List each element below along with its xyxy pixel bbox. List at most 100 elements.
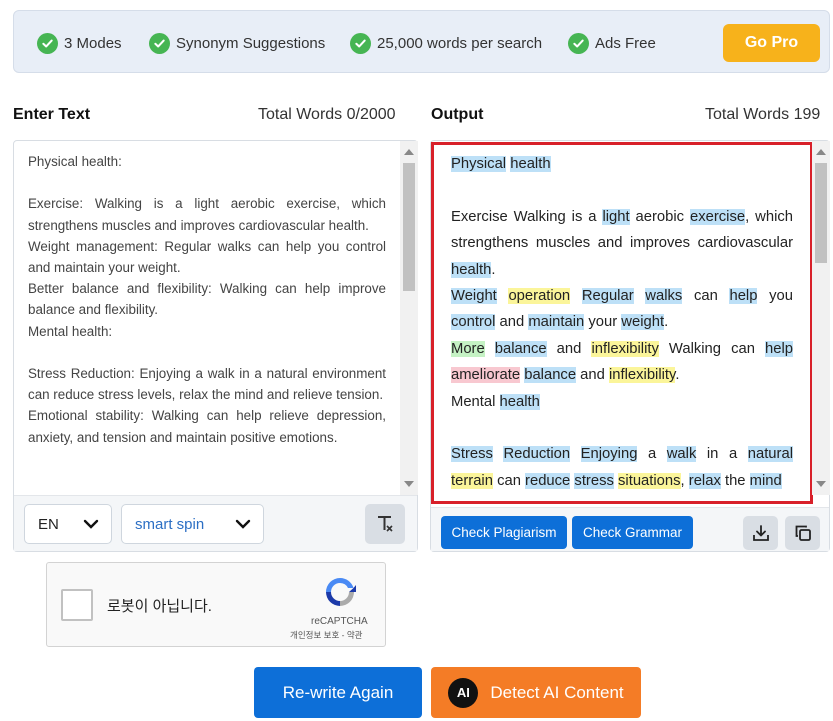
highlighted-word[interactable]: balance: [524, 367, 577, 384]
check-grammar-button[interactable]: Check Grammar: [572, 516, 693, 549]
rewrite-again-button[interactable]: Re-write Again: [254, 667, 422, 718]
output-paragraph: [451, 415, 793, 441]
feature-label: 25,000 words per search: [377, 35, 543, 52]
clear-format-button[interactable]: [365, 504, 405, 544]
input-paragraph: Mental health:: [28, 323, 113, 339]
check-icon: [568, 33, 589, 54]
feature-synonyms: Synonym Suggestions: [149, 33, 325, 54]
highlighted-word[interactable]: balance: [494, 340, 547, 357]
copy-icon: [795, 525, 811, 541]
recaptcha-checkbox[interactable]: [61, 589, 93, 621]
scroll-thumb[interactable]: [815, 163, 827, 263]
highlighted-word[interactable]: More: [451, 340, 485, 357]
highlighted-word[interactable]: walks: [645, 288, 683, 305]
output-paragraph: Stress Reduction Enjoying a walk in a na…: [451, 446, 793, 489]
highlighted-word[interactable]: control: [451, 314, 496, 331]
highlighted-word[interactable]: stress: [574, 472, 614, 489]
highlighted-word[interactable]: Physical: [451, 156, 507, 172]
highlighted-word[interactable]: help: [729, 288, 758, 305]
output-highlight-frame: Physical health Exercise Walking is a li…: [431, 142, 813, 504]
highlighted-word[interactable]: light: [602, 208, 630, 225]
output-paragraph: Weight operation Regular walks can help …: [451, 288, 793, 331]
output-scrollbar[interactable]: [812, 141, 830, 495]
output-panel: Physical health Exercise Walking is a li…: [430, 140, 830, 552]
check-icon: [350, 33, 371, 54]
highlighted-word[interactable]: help: [765, 340, 793, 357]
recaptcha-brand: reCAPTCHA: [311, 616, 368, 627]
highlighted-word[interactable]: Stress: [451, 446, 493, 463]
highlighted-word[interactable]: walk: [666, 446, 697, 463]
recaptcha-widget: 로봇이 아닙니다. reCAPTCHA 개인정보 보호 - 약관: [46, 562, 386, 647]
recaptcha-links[interactable]: 개인정보 보호 - 약관: [290, 629, 362, 641]
ai-icon: AI: [448, 677, 479, 708]
highlighted-word[interactable]: Reduction: [503, 446, 571, 463]
input-paragraph: Emotional stability: Walking can help re…: [28, 408, 386, 445]
output-paragraph: Mental health: [451, 393, 540, 410]
download-icon: [752, 525, 769, 541]
highlighted-word[interactable]: health: [499, 393, 540, 410]
highlighted-word[interactable]: weight: [621, 314, 665, 331]
check-plagiarism-button[interactable]: Check Plagiarism: [441, 516, 567, 549]
highlighted-word[interactable]: maintain: [528, 314, 585, 331]
scroll-down-icon[interactable]: [816, 481, 826, 487]
output-title: Output: [431, 106, 484, 123]
highlighted-word[interactable]: terrain: [451, 472, 493, 489]
highlighted-word[interactable]: Weight: [451, 288, 497, 305]
go-pro-button[interactable]: Go Pro: [723, 24, 820, 62]
scroll-thumb[interactable]: [403, 163, 415, 291]
highlighted-word[interactable]: operation: [508, 288, 571, 305]
highlighted-word[interactable]: reduce: [525, 472, 571, 489]
highlighted-word[interactable]: relax: [688, 472, 721, 489]
scroll-down-icon[interactable]: [404, 481, 414, 487]
input-title: Enter Text: [13, 106, 91, 123]
input-paragraph: Exercise: Walking is a light aerobic exe…: [28, 196, 386, 233]
input-paragraph: Better balance and flexibility: Walking …: [28, 281, 386, 318]
output-text[interactable]: Physical health Exercise Walking is a li…: [451, 151, 793, 497]
input-toolbar: EN smart spin: [14, 495, 417, 551]
chevron-down-icon: [83, 519, 99, 529]
language-select[interactable]: EN: [24, 504, 112, 544]
language-value: EN: [38, 515, 59, 533]
mode-value: smart spin: [135, 515, 205, 533]
copy-button[interactable]: [785, 516, 820, 550]
highlighted-word[interactable]: health: [451, 261, 492, 278]
output-paragraph: Exercise Walking is a light aerobic exer…: [451, 208, 793, 278]
output-paragraph: More balance and inflexibility Walking c…: [451, 340, 793, 384]
output-paragraph: Physical health: [451, 151, 793, 177]
highlighted-word[interactable]: natural: [747, 446, 793, 463]
detect-ai-button[interactable]: AI Detect AI Content: [431, 667, 641, 718]
highlighted-word[interactable]: Regular: [581, 288, 634, 305]
features-banner: 3 Modes Synonym Suggestions 25,000 words…: [13, 10, 830, 73]
scroll-up-icon[interactable]: [404, 149, 414, 155]
output-word-count: Total Words 199: [705, 106, 821, 123]
highlighted-word[interactable]: mind: [749, 472, 782, 489]
highlighted-word[interactable]: exercise: [690, 208, 746, 225]
download-button[interactable]: [743, 516, 778, 550]
check-icon: [149, 33, 170, 54]
input-paragraph: Weight management: Regular walks can hel…: [28, 238, 386, 276]
highlighted-word[interactable]: inflexibility: [591, 340, 659, 357]
scroll-up-icon[interactable]: [816, 149, 826, 155]
highlighted-word[interactable]: Enjoying: [580, 446, 638, 463]
feature-word-limit: 25,000 words per search: [350, 33, 542, 54]
highlighted-word[interactable]: health: [510, 156, 551, 172]
highlighted-word[interactable]: situations: [618, 472, 681, 489]
chevron-down-icon: [235, 519, 251, 529]
input-word-count: Total Words 0/2000: [258, 106, 396, 123]
feature-label: 3 Modes: [64, 35, 122, 52]
check-icon: [37, 33, 58, 54]
feature-label: Synonym Suggestions: [176, 35, 326, 52]
input-textarea[interactable]: Physical health: Exercise: Walking is a …: [28, 151, 386, 493]
input-paragraph: [28, 342, 386, 363]
feature-modes: 3 Modes: [37, 33, 122, 54]
input-paragraph: Stress Reduction: Enjoying a walk in a n…: [28, 366, 386, 403]
input-paragraph: [28, 172, 386, 193]
feature-label: Ads Free: [595, 35, 656, 52]
detect-ai-label: Detect AI Content: [490, 682, 624, 702]
highlighted-word[interactable]: ameliorate: [451, 367, 521, 384]
recaptcha-label: 로봇이 아닙니다.: [107, 598, 212, 615]
highlighted-word[interactable]: inflexibility: [608, 367, 676, 384]
input-scrollbar[interactable]: [400, 141, 418, 495]
mode-select[interactable]: smart spin: [121, 504, 264, 544]
input-panel: Physical health: Exercise: Walking is a …: [13, 140, 418, 552]
